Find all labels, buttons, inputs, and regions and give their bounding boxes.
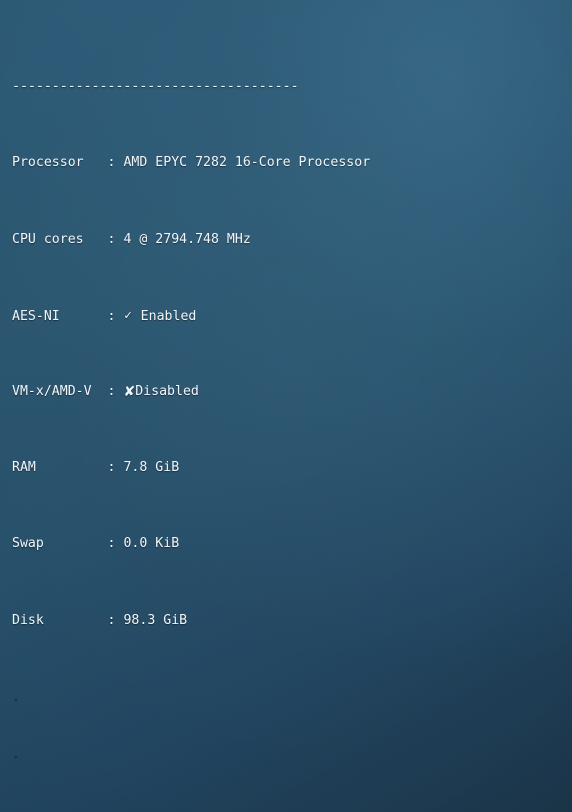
blank-line: . <box>12 688 20 704</box>
system-label-aes-ni: AES-NI <box>12 308 108 324</box>
system-value-swap: 0.0 KiB <box>123 536 180 552</box>
blank-line: . <box>12 745 20 761</box>
system-sep: : <box>107 460 124 476</box>
system-row-swap: Swap : 0.0 KiB <box>12 534 572 553</box>
system-row-aes-ni: AES-NI : ✓ Enabled <box>12 306 572 325</box>
system-label-ram: RAM <box>12 460 108 476</box>
system-row-vmx: VM-x/AMD-V : ✘Disabled <box>12 382 572 401</box>
system-sep: : <box>107 612 124 628</box>
system-value-aes-ni: Enabled <box>132 308 197 324</box>
system-sep: : <box>107 383 124 399</box>
system-value-cpu-cores: 4 @ 2794.748 MHz <box>123 231 251 247</box>
system-sep: : <box>107 536 124 552</box>
terminal-window: ------------------------------------ Pro… <box>0 0 572 812</box>
system-value-ram: 7.8 GiB <box>123 460 180 476</box>
system-sep: : <box>107 231 124 247</box>
cross-icon: ✘ <box>123 383 136 400</box>
system-label-swap: Swap <box>12 536 108 552</box>
system-sep: : <box>107 308 124 324</box>
system-row-ram: RAM : 7.8 GiB <box>12 458 572 477</box>
system-sep: : <box>107 155 124 171</box>
system-value-disk: 98.3 GiB <box>123 612 188 628</box>
system-row-cpu-cores: CPU cores : 4 @ 2794.748 MHz <box>12 230 572 249</box>
system-row-disk: Disk : 98.3 GiB <box>12 611 572 630</box>
system-value-vmx: Disabled <box>135 383 199 399</box>
top-rule: ------------------------------------ <box>12 79 299 95</box>
system-label-processor: Processor <box>12 155 108 171</box>
system-label-disk: Disk <box>12 612 108 628</box>
check-icon: ✓ <box>123 308 133 322</box>
system-row-processor: Processor : AMD EPYC 7282 16-Core Proces… <box>12 153 572 172</box>
terminal-output: ------------------------------------ Pro… <box>12 1 572 812</box>
system-value-processor: AMD EPYC 7282 16-Core Processor <box>123 155 371 171</box>
system-label-vmx: VM-x/AMD-V <box>12 383 108 399</box>
system-label-cpu-cores: CPU cores <box>12 231 108 247</box>
